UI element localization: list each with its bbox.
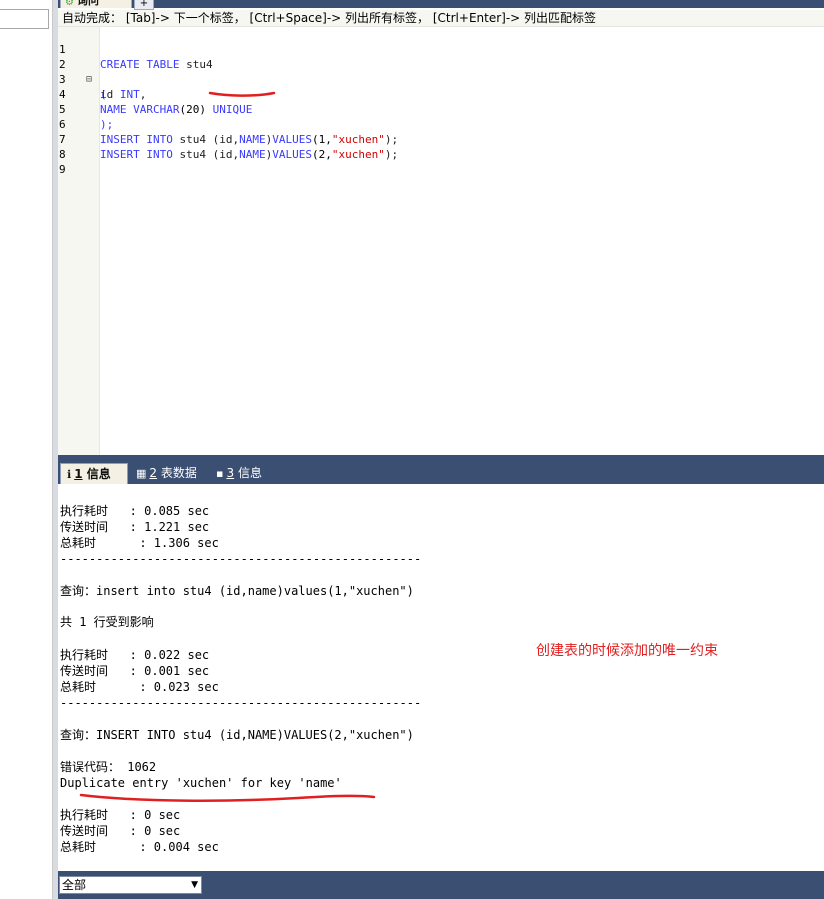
annotation-note: 创建表的时候添加的唯一约束	[536, 643, 718, 659]
output-line: 传送时间 : 0 sec	[60, 824, 181, 838]
output-line: 传送时间 : 0.001 sec	[60, 664, 210, 678]
blocks-icon: ▪	[216, 467, 224, 480]
code-line-3: id INT,	[100, 88, 147, 101]
query-line: 查询：INSERT INTO stu4 (id,NAME)VALUES(2,"x…	[60, 728, 414, 742]
code-line-7: INSERT INTO stu4 (id,NAME)VALUES(2,"xuch…	[100, 148, 399, 161]
result-filter-bar: 全部 ▼	[58, 871, 824, 899]
output-line: 总耗时 : 1.306 sec	[60, 536, 219, 550]
tab-info[interactable]: ℹ1 信息	[60, 463, 128, 484]
error-underline-annotation	[79, 793, 376, 802]
separator: ----------------------------------------…	[60, 552, 422, 566]
editor-result-splitter[interactable]	[58, 455, 824, 463]
table-icon: ▦	[136, 467, 147, 480]
code-line-1: CREATE TABLE stu4	[100, 58, 213, 71]
object-filter-input[interactable]	[0, 9, 49, 29]
unique-underline-annotation	[208, 91, 276, 97]
error-message: Duplicate entry 'xuchen' for key 'name'	[60, 776, 342, 790]
message-filter-select[interactable]: 全部 ▼	[59, 876, 202, 894]
tab-query[interactable]: ⚙ 询问	[60, 0, 132, 8]
query-line: 查询：insert into stu4 (id,name)values(1,"x…	[60, 584, 414, 598]
info-icon: ℹ	[67, 468, 72, 481]
result-output: 执行耗时 : 0.085 sec 传送时间 : 1.221 sec 总耗时 : …	[58, 484, 824, 871]
query-icon: ⚙	[65, 0, 74, 8]
tab-query-label: 询问	[76, 0, 99, 7]
tab-info-3[interactable]: ▪ 3 信息	[210, 463, 272, 484]
result-tab-strip: ℹ1 信息 ▦ 2 表数据 ▪ 3 信息	[58, 463, 824, 484]
error-code: 错误代码： 1062	[60, 760, 157, 774]
object-browser-panel	[0, 0, 53, 899]
code-line-4: NAME VARCHAR(20) UNIQUE	[100, 103, 253, 116]
separator: ----------------------------------------…	[60, 696, 422, 710]
main-area: ⚙ 询问 + 自动完成： [Tab]-> 下一个标签， [Ctrl+Space]…	[58, 0, 824, 899]
affected-rows: 共 1 行受到影响	[60, 615, 154, 629]
output-line: 总耗时 : 0.004 sec	[60, 840, 219, 854]
output-line: 执行耗时 : 0.085 sec	[60, 504, 210, 518]
tab-table-data[interactable]: ▦ 2 表数据	[130, 463, 208, 484]
sql-editor[interactable]: 1 CREATE TABLE stu4 2 ⊟ ( 3 id INT, 4 NA…	[58, 27, 824, 455]
code-line-5: );	[100, 118, 114, 131]
output-line: 执行耗时 : 0.022 sec	[60, 648, 210, 662]
code-line-6: INSERT INTO stu4 (id,NAME)VALUES(1,"xuch…	[100, 133, 399, 146]
output-line: 传送时间 : 1.221 sec	[60, 520, 210, 534]
new-tab-button[interactable]: +	[134, 0, 154, 10]
line-number: 9	[59, 163, 66, 176]
output-line: 执行耗时 : 0 sec	[60, 808, 181, 822]
chevron-down-icon: ▼	[191, 880, 198, 890]
editor-tab-strip: ⚙ 询问 +	[58, 0, 824, 10]
autocomplete-hint: 自动完成： [Tab]-> 下一个标签， [Ctrl+Space]-> 列出所有…	[58, 10, 824, 27]
output-line: 总耗时 : 0.023 sec	[60, 680, 219, 694]
